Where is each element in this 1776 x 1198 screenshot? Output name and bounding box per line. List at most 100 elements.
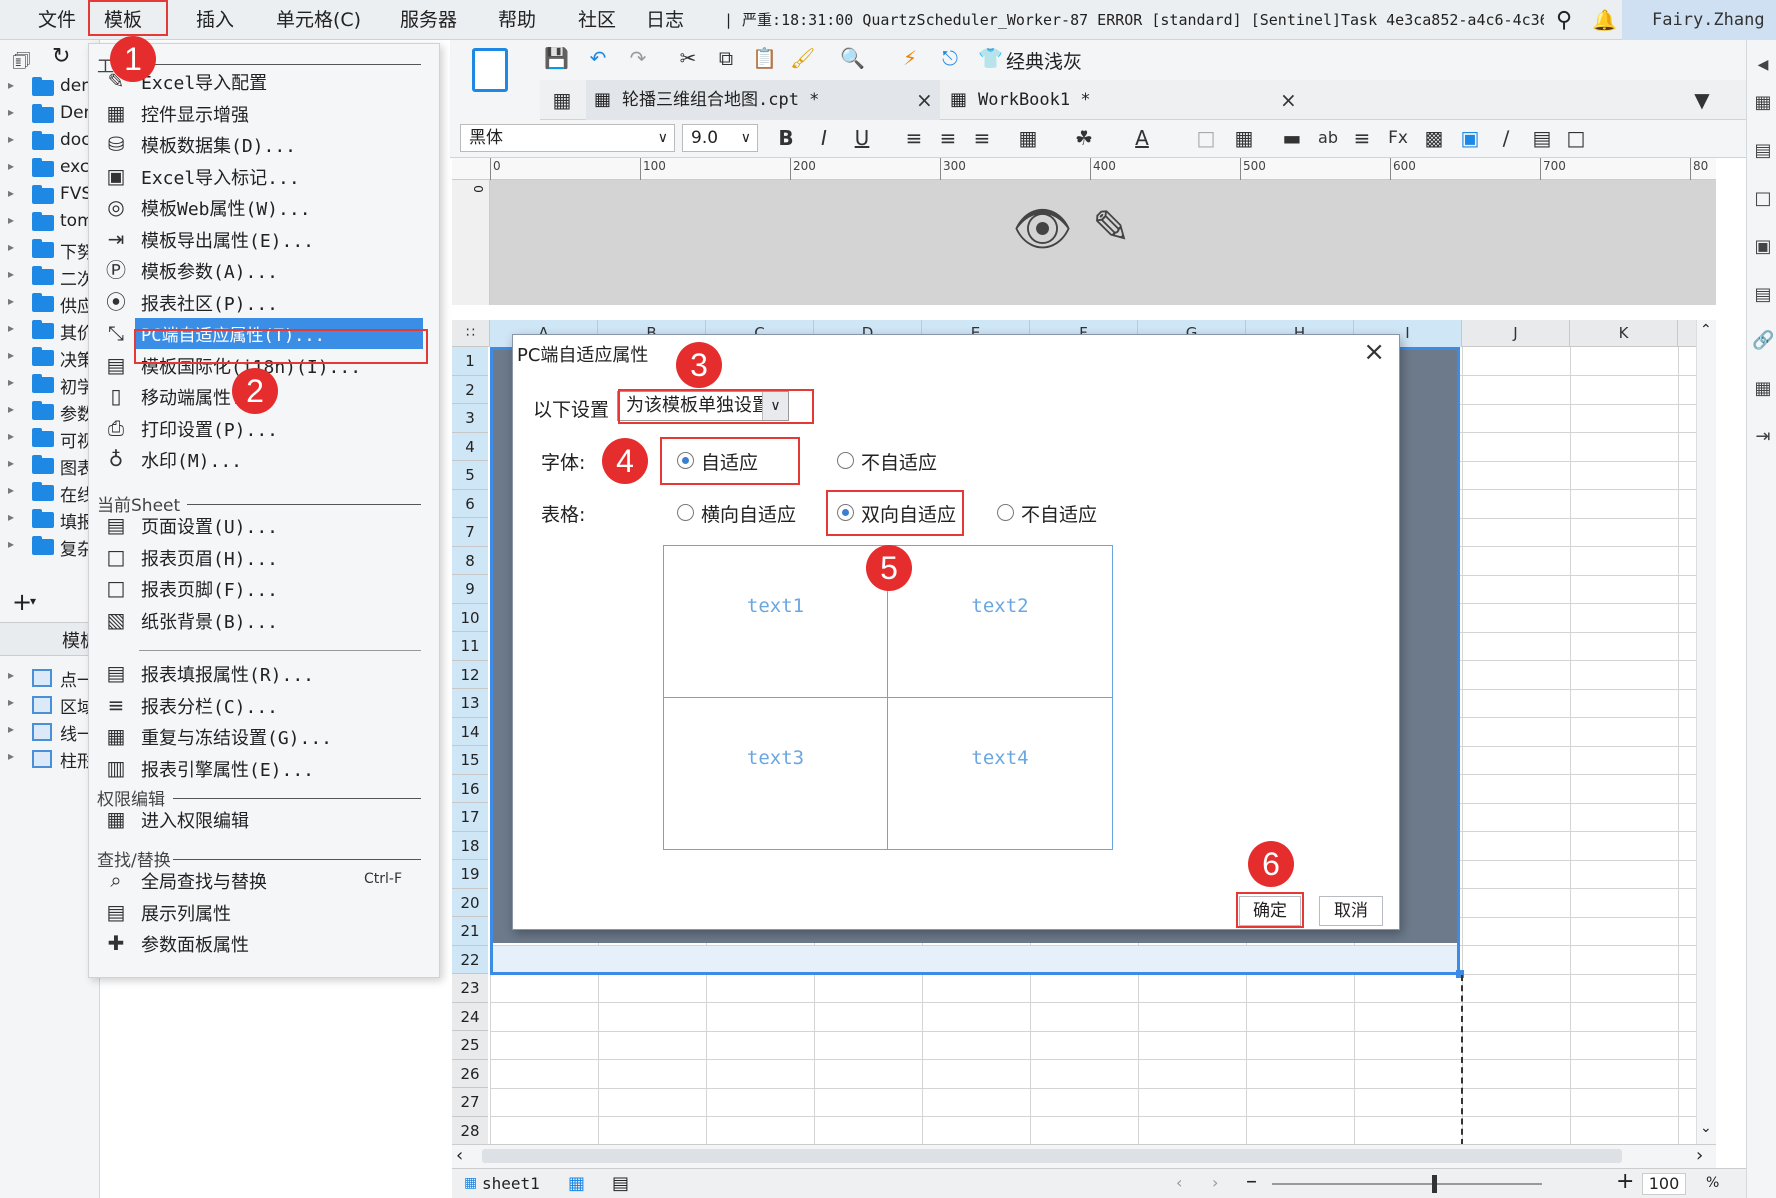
menu-cell[interactable]: 单元格(C)	[276, 0, 361, 40]
text-icon[interactable]: ab	[1316, 126, 1340, 150]
tree-icon[interactable]: ▦	[1752, 378, 1774, 400]
tree-folder[interactable]: ▸ 在线	[0, 479, 100, 506]
import-icon[interactable]: ⇥	[1752, 426, 1774, 448]
chevron-right-icon[interactable]: ▸	[8, 132, 14, 146]
chevron-right-icon[interactable]: ▸	[8, 402, 14, 416]
chevron-right-icon[interactable]: ▸	[8, 240, 14, 254]
row-header-cell[interactable]: 11	[452, 632, 488, 661]
collapse-icon[interactable]: ◀	[1752, 54, 1774, 76]
scroll-up-icon[interactable]: ⌃	[1700, 322, 1712, 338]
menu-item-param[interactable]: Ⓟ 模板参数(A)...	[89, 255, 439, 286]
row-header-cell[interactable]: 7	[452, 518, 488, 547]
font-no-adaptive-label[interactable]: 不自适应	[861, 448, 937, 475]
menu-item-excel-mark[interactable]: ▣ Excel导入标记...	[89, 161, 439, 192]
tree-folder[interactable]: ▸ 初学	[0, 371, 100, 398]
menu-item-page-setup[interactable]: ▤ 页面设置(U)...	[89, 510, 439, 541]
column-header-cell[interactable]: J	[1462, 320, 1570, 347]
chevron-right-icon[interactable]: ▸	[8, 105, 14, 119]
scroll-thumb[interactable]	[482, 1149, 1622, 1163]
cancel-button[interactable]: 取消	[1319, 896, 1383, 926]
align-center-icon[interactable]: ≡	[936, 126, 960, 150]
tree-folder[interactable]: ▸ tom	[0, 209, 100, 236]
menu-item-permission[interactable]: ▦ 进入权限编辑	[89, 804, 439, 835]
refresh-icon[interactable]: ↻	[52, 44, 70, 69]
vertical-scrollbar[interactable]: ⌃ ⌄	[1696, 320, 1716, 1144]
row-header-cell[interactable]: 4	[452, 432, 488, 461]
menu-item-background[interactable]: ▧ 纸张背景(B)...	[89, 605, 439, 636]
row-header-cell[interactable]: 3	[452, 404, 488, 433]
menu-item-web[interactable]: ◎ 模板Web属性(W)...	[89, 192, 439, 223]
page-next-icon[interactable]: ›	[1212, 1173, 1218, 1192]
paragraph-icon[interactable]: ≡	[1350, 126, 1374, 150]
sheet-tab[interactable]: sheet1	[482, 1174, 540, 1193]
font-name-select[interactable]: 黑体 ∨	[460, 124, 675, 152]
chevron-right-icon[interactable]: ▸	[8, 186, 14, 200]
row-header-cell[interactable]: 16	[452, 774, 488, 803]
menu-item-print[interactable]: ⎙ 打印设置(P)...	[89, 413, 439, 444]
zoom-in-icon[interactable]: +	[1616, 1169, 1634, 1194]
menu-community[interactable]: 社区	[578, 0, 616, 40]
formula-icon[interactable]: Fx	[1386, 126, 1410, 150]
horizontal-scrollbar[interactable]: ‹ ›	[452, 1144, 1716, 1168]
font-color-icon[interactable]: A	[1130, 126, 1154, 150]
more-icon[interactable]: □	[1564, 126, 1588, 150]
close-icon[interactable]: ×	[916, 80, 933, 120]
row-header-cell[interactable]: 25	[452, 1031, 488, 1060]
zoom-slider[interactable]	[1272, 1183, 1542, 1185]
subreport-icon[interactable]: ▤	[1530, 126, 1554, 150]
tree-folder[interactable]: ▸ 供应	[0, 290, 100, 317]
menu-file[interactable]: 文件	[38, 0, 76, 40]
tree-folder[interactable]: ▸ 参数	[0, 398, 100, 425]
format-painter-icon[interactable]: 🖌	[790, 46, 815, 70]
menu-help[interactable]: 帮助	[498, 0, 536, 40]
align-left-icon[interactable]: ≡	[902, 126, 926, 150]
border-icon[interactable]: ▦	[1016, 126, 1040, 150]
copy-icon[interactable]: ⧉	[714, 46, 738, 70]
chevron-right-icon[interactable]: ▸	[8, 159, 14, 173]
menu-item-column-prop[interactable]: ▤ 展示列属性	[89, 897, 439, 928]
chevron-right-icon[interactable]: ▸	[8, 456, 14, 470]
grid-icon[interactable]: ▦	[550, 88, 574, 112]
user-name[interactable]: Fairy.Zhang	[1622, 0, 1776, 40]
table-no-adaptive-radio[interactable]	[997, 504, 1014, 521]
paste-icon[interactable]: 📋	[752, 46, 777, 70]
select-all-corner[interactable]: ∷	[452, 320, 490, 347]
row-header-cell[interactable]: 15	[452, 746, 488, 775]
tab-carousel-map[interactable]: ▦ 轮播三维组合地图.cpt * ×	[586, 80, 940, 120]
chevron-right-icon[interactable]: ▸	[8, 294, 14, 308]
chevron-right-icon[interactable]: ▸	[8, 78, 14, 92]
bold-icon[interactable]: B	[774, 126, 798, 150]
chevron-right-icon[interactable]: ▸	[8, 483, 14, 497]
slash-icon[interactable]: ∕	[1494, 126, 1518, 150]
row-header-cell[interactable]: 12	[452, 660, 488, 689]
report-panel-button[interactable]	[450, 40, 540, 120]
pencil-icon[interactable]: ✎	[1092, 200, 1131, 254]
row-header-cell[interactable]: 28	[452, 1116, 488, 1145]
scroll-left-icon[interactable]: ‹	[456, 1145, 463, 1166]
table-insert-icon[interactable]: ▦	[1232, 126, 1256, 150]
chevron-right-icon[interactable]: ▸	[8, 749, 14, 763]
bell-icon[interactable]: 🔔	[1592, 8, 1617, 32]
theme-label[interactable]: 经典浅灰	[1006, 47, 1082, 74]
widget-icon[interactable]: ▣	[1752, 236, 1774, 258]
style-icon[interactable]: ⚡	[898, 46, 922, 70]
menu-server[interactable]: 服务器	[400, 0, 457, 40]
layer-icon[interactable]: ▤	[1752, 284, 1774, 306]
tree-folder[interactable]: ▸ dem	[0, 74, 100, 101]
fill-color-icon[interactable]: ☘	[1072, 126, 1096, 150]
chevron-right-icon[interactable]: ▸	[8, 348, 14, 362]
chevron-right-icon[interactable]: ▸	[8, 375, 14, 389]
table-horizontal-radio[interactable]	[677, 504, 694, 521]
preview-icon[interactable]: 🔍	[840, 46, 865, 70]
menu-item-community[interactable]: ⦿ 报表社区(P)...	[89, 287, 439, 318]
tree-folder[interactable]: ▸ 其价	[0, 317, 100, 344]
tree-folder[interactable]: ▸ FVS	[0, 182, 100, 209]
search-icon[interactable]: ⚲	[1556, 8, 1572, 33]
underline-icon[interactable]: U	[850, 126, 874, 150]
menu-item-dataset[interactable]: ⛁ 模板数据集(D)...	[89, 129, 439, 160]
row-header-cell[interactable]: 19	[452, 860, 488, 889]
menu-item-watermark[interactable]: ♁ 水印(M)...	[89, 444, 439, 475]
chevron-right-icon[interactable]: ▸	[8, 668, 14, 682]
menu-item-header[interactable]: □ 报表页眉(H)...	[89, 542, 439, 573]
tree-chart-item[interactable]: ▸ 点一	[0, 664, 100, 691]
